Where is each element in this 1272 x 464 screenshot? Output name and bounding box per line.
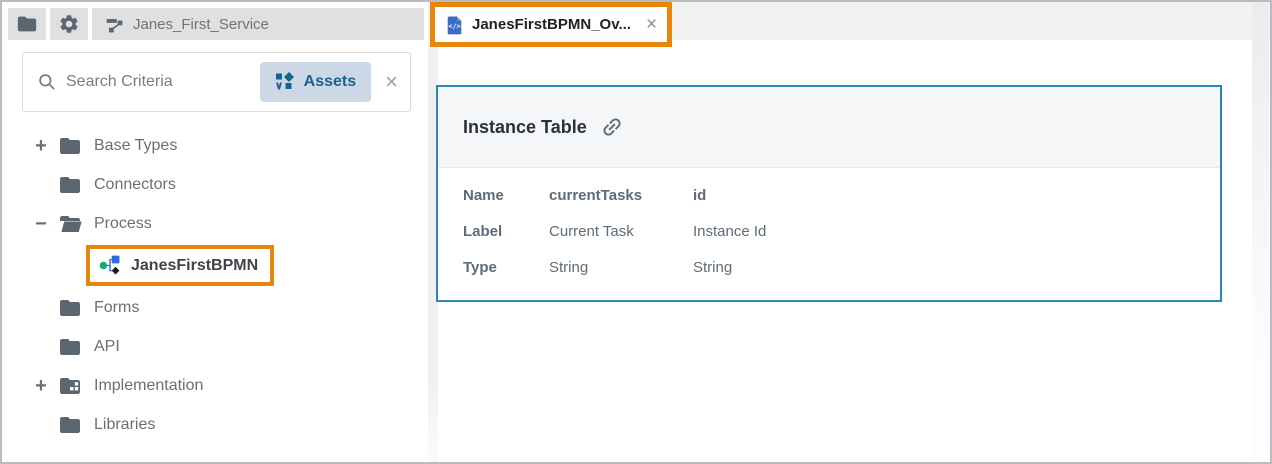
folder-open-icon: [58, 212, 82, 236]
expand-icon[interactable]: +: [30, 136, 52, 156]
tree-item-libraries[interactable]: Libraries: [2, 405, 428, 444]
table-row: Name currentTasks id: [438, 177, 1220, 213]
folder-icon: [58, 173, 82, 197]
folder-icon: [58, 335, 82, 359]
service-tab[interactable]: Janes_First_Service: [92, 8, 424, 40]
asset-tree: + Base Types Connectors −: [2, 126, 428, 444]
close-tab-icon[interactable]: ×: [646, 15, 657, 34]
search-box: Assets ×: [22, 52, 411, 112]
annotation-highlight-tree: JanesFirstBPMN: [86, 245, 274, 286]
app-window: Janes_First_Service Asset: [0, 0, 1272, 464]
service-tab-label: Janes_First_Service: [133, 16, 269, 33]
search-icon: [37, 72, 57, 92]
collapse-icon[interactable]: −: [30, 214, 52, 234]
assets-filter-label: Assets: [304, 73, 356, 91]
sidebar-toolbar: Janes_First_Service: [8, 8, 424, 40]
tree-item-process[interactable]: − Process: [2, 204, 428, 243]
svg-text:</>: </>: [448, 22, 460, 30]
assets-icon: [275, 72, 295, 92]
bpmn-file-icon: </>: [446, 15, 463, 35]
expand-icon[interactable]: +: [30, 376, 52, 396]
folder-icon: [16, 13, 38, 35]
editor-area: Instance Table Name currentTasks id Labe…: [438, 2, 1270, 462]
table-row: Type String String: [438, 249, 1220, 285]
tree-item-implementation[interactable]: + Implementation: [2, 366, 428, 405]
clear-search-icon[interactable]: ×: [385, 71, 398, 93]
tree-item-janesfirstbpmn[interactable]: JanesFirstBPMN: [2, 243, 428, 288]
annotation-highlight-tab: </> JanesFirstBPMN_Ov... ×: [430, 2, 672, 47]
folder-icon: [58, 296, 82, 320]
tree-item-forms[interactable]: Forms: [2, 288, 428, 327]
instance-table-title: Instance Table: [463, 117, 587, 138]
settings-button[interactable]: [50, 8, 88, 40]
instance-table-panel: Instance Table Name currentTasks id Labe…: [436, 85, 1222, 302]
folder-project-icon: [58, 374, 82, 398]
link-icon[interactable]: [600, 115, 624, 139]
search-input[interactable]: [66, 73, 260, 91]
folder-icon: [58, 413, 82, 437]
instance-table-body: Name currentTasks id Label Current Task …: [438, 168, 1220, 300]
editor-tab[interactable]: JanesFirstBPMN_Ov...: [472, 16, 631, 33]
service-flow-icon: [105, 15, 124, 34]
tree-item-base-types[interactable]: + Base Types: [2, 126, 428, 165]
folder-button[interactable]: [8, 8, 46, 40]
sidebar: Janes_First_Service Asset: [2, 2, 428, 462]
tree-item-connectors[interactable]: Connectors: [2, 165, 428, 204]
assets-filter-chip[interactable]: Assets: [260, 62, 371, 102]
folder-icon: [58, 134, 82, 158]
scrollbar-track[interactable]: [1252, 2, 1269, 462]
tree-item-api[interactable]: API: [2, 327, 428, 366]
bpmn-process-icon: [98, 254, 122, 278]
table-row: Label Current Task Instance Id: [438, 213, 1220, 249]
gear-icon: [58, 13, 80, 35]
instance-table-header: Instance Table: [438, 87, 1220, 168]
